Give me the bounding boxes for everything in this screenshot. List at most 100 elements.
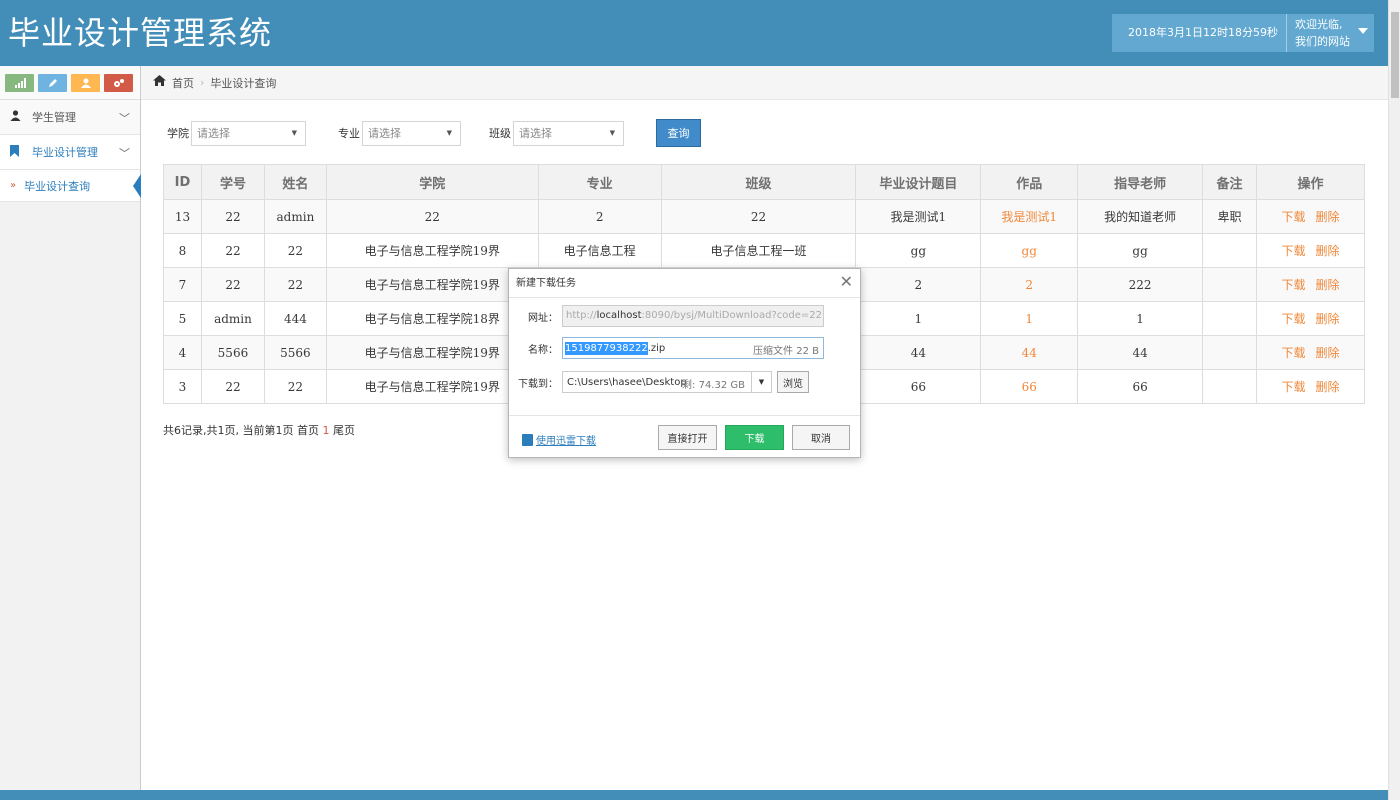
path-label: 下载到：: [518, 378, 558, 390]
cell-work-link[interactable]: 我是测试1: [980, 199, 1079, 234]
delete-link[interactable]: 删除: [1316, 380, 1340, 394]
url-row: 网址： http://localhost:8090/bysj/MultiDown…: [509, 305, 824, 327]
cell-name: 22: [263, 233, 327, 268]
signal-icon[interactable]: [5, 74, 34, 92]
cell-note: [1202, 233, 1258, 268]
cell-work-link[interactable]: 2: [980, 267, 1079, 302]
gears-icon[interactable]: [104, 74, 133, 92]
filename-extension: .zip: [647, 342, 666, 354]
cell-work-link[interactable]: gg: [980, 233, 1079, 268]
column-header[interactable]: 班级: [660, 164, 857, 200]
delete-link[interactable]: 删除: [1316, 346, 1340, 360]
delete-link[interactable]: 删除: [1316, 244, 1340, 258]
filename-selected-text: 1519877938222: [565, 341, 648, 355]
cell-student-no: admin: [200, 301, 265, 336]
cell-college: 22: [325, 199, 539, 234]
breadcrumb-home-link[interactable]: 首页: [172, 75, 194, 91]
download-link[interactable]: 下载: [1281, 210, 1305, 224]
query-button[interactable]: 查询: [656, 119, 701, 147]
use-xunlei-link[interactable]: 使用迅雷下载: [522, 432, 596, 447]
download-button[interactable]: 下载: [725, 425, 784, 450]
shortcut-bar: [0, 66, 140, 100]
sidebar-item-student-management[interactable]: 学生管理 ﹀: [0, 100, 140, 135]
download-link[interactable]: 下载: [1281, 278, 1305, 292]
delete-link[interactable]: 删除: [1316, 312, 1340, 326]
column-header[interactable]: 学号: [200, 164, 265, 200]
pencil-icon[interactable]: [38, 74, 67, 92]
url-prefix: http://: [566, 310, 597, 321]
welcome-text[interactable]: 欢迎光临, 我们的网站: [1287, 16, 1374, 50]
download-link[interactable]: 下载: [1281, 312, 1305, 326]
sidebar-item-label: 毕业设计管理: [32, 146, 98, 159]
close-icon[interactable]: ✕: [840, 274, 853, 290]
column-header[interactable]: ID: [163, 164, 202, 200]
path-row: 下载到： C:\Users\hasee\Desktop 剩: 74.32 GB …: [509, 371, 809, 393]
browse-button[interactable]: 浏览: [777, 371, 809, 393]
cell-teacher: 66: [1077, 369, 1204, 404]
column-header[interactable]: 毕业设计题目: [855, 164, 982, 200]
name-label: 名称：: [528, 344, 558, 356]
pager-current-page[interactable]: 1: [322, 424, 329, 437]
cell-student-no: 22: [200, 233, 265, 268]
column-header[interactable]: 学院: [325, 164, 539, 200]
cell-name: 444: [263, 301, 327, 336]
cell-work-link[interactable]: 66: [980, 369, 1079, 404]
welcome-line-1: 欢迎光临,: [1295, 18, 1343, 31]
cell-note: 卑职: [1202, 199, 1258, 234]
scrollbar-thumb[interactable]: [1391, 12, 1399, 98]
vertical-scrollbar[interactable]: [1388, 0, 1400, 800]
home-icon[interactable]: [153, 75, 166, 90]
cell-name: 22: [263, 267, 327, 302]
class-label: 班级: [489, 127, 511, 140]
cell-major: 2: [537, 199, 662, 234]
save-path-combobox[interactable]: C:\Users\hasee\Desktop 剩: 74.32 GB ▼: [562, 371, 772, 393]
major-select[interactable]: 请选择 ▼: [362, 120, 461, 146]
sidebar-item-design-management[interactable]: 毕业设计管理 ﹀: [0, 135, 140, 170]
cell-id: 8: [163, 233, 202, 268]
cancel-button[interactable]: 取消: [792, 425, 850, 450]
dropdown-arrow-icon[interactable]: ▼: [751, 372, 771, 392]
college-label: 学院: [167, 127, 189, 140]
column-header[interactable]: 专业: [537, 164, 662, 200]
column-header[interactable]: 指导老师: [1077, 164, 1204, 200]
app-title: 毕业设计管理系统: [8, 14, 273, 52]
cell-topic: 我是测试1: [855, 199, 982, 234]
chevron-down-icon: ﹀: [119, 112, 130, 125]
cell-work-link[interactable]: 1: [980, 301, 1079, 336]
open-directly-button[interactable]: 直接打开: [658, 425, 717, 450]
user-info-dropdown[interactable]: 2018年3月1日12时18分59秒 欢迎光临, 我们的网站: [1112, 14, 1374, 52]
column-header[interactable]: 备注: [1202, 164, 1258, 200]
cell-name: 22: [263, 369, 327, 404]
cell-topic: 44: [855, 335, 982, 370]
cell-topic: 2: [855, 267, 982, 302]
pager-summary: 共6记录,共1页, 当前第1页 首页: [163, 424, 319, 437]
cell-college: 电子与信息工程学院18界: [325, 301, 539, 336]
free-space-text: 剩: 74.32 GB: [682, 380, 745, 391]
filter-bar: 学院 请选择 ▼ 专业 请选择 ▼ 班级 请选择 ▼ 查询: [167, 119, 701, 147]
pager-last-link[interactable]: 尾页: [333, 424, 355, 437]
name-row: 名称： 1519877938222 .zip 压缩文件 22 B: [509, 337, 824, 359]
download-link[interactable]: 下载: [1281, 244, 1305, 258]
filename-input[interactable]: 1519877938222 .zip 压缩文件 22 B: [562, 337, 824, 359]
cell-teacher: gg: [1077, 233, 1204, 268]
college-select[interactable]: 请选择 ▼: [191, 120, 306, 146]
delete-link[interactable]: 删除: [1316, 278, 1340, 292]
cell-id: 5: [163, 301, 202, 336]
dialog-divider: [509, 415, 860, 416]
download-link[interactable]: 下载: [1281, 346, 1305, 360]
class-select[interactable]: 请选择 ▼: [513, 120, 624, 146]
column-header[interactable]: 姓名: [263, 164, 327, 200]
cell-work-link[interactable]: 44: [980, 335, 1079, 370]
download-link[interactable]: 下载: [1281, 380, 1305, 394]
users-icon[interactable]: [71, 74, 100, 92]
cell-operations: 下载 删除: [1256, 199, 1365, 234]
column-header[interactable]: 作品: [980, 164, 1079, 200]
delete-link[interactable]: 删除: [1316, 210, 1340, 224]
column-header[interactable]: 操作: [1256, 164, 1365, 200]
cell-note: [1202, 369, 1258, 404]
bookmark-icon: [10, 144, 24, 160]
sidebar-subitem-design-query[interactable]: » 毕业设计查询: [0, 170, 141, 202]
welcome-line-2: 我们的网站: [1295, 35, 1350, 48]
sidebar-subitem-label: 毕业设计查询: [24, 179, 91, 193]
caret-down-icon[interactable]: [1358, 28, 1368, 34]
